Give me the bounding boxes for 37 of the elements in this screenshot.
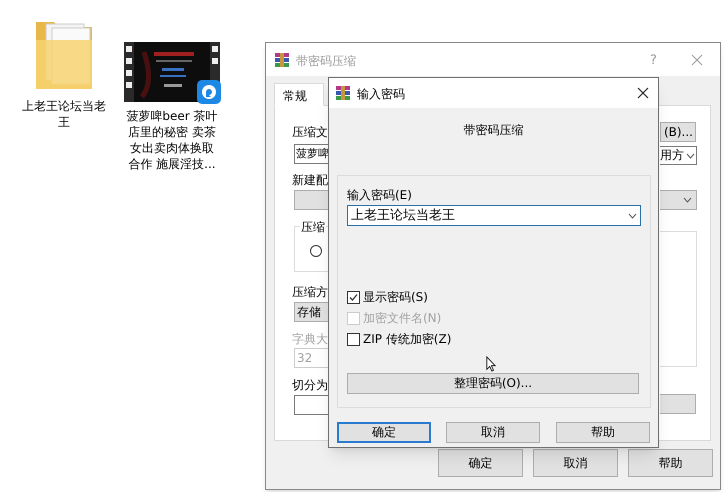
field-label: 压缩文 xyxy=(292,124,328,141)
chevron-icon xyxy=(683,197,692,203)
dialog-button[interactable]: 确定 xyxy=(438,449,523,477)
dropdown-value: 用方 xyxy=(660,147,684,164)
dialog-button[interactable]: 取消 xyxy=(446,422,540,443)
dialog-button[interactable]: 帮助 xyxy=(628,449,713,477)
file-name[interactable]: 菠萝啤beer 茶叶店里的秘密 卖茶女出卖肉体换取合作 施展淫技... xyxy=(125,108,219,172)
dialog-heading: 带密码压缩 xyxy=(462,122,524,139)
dialog-title: 输入密码 xyxy=(357,86,405,103)
tab[interactable]: 常规 xyxy=(274,83,324,106)
field-label: 新建配 xyxy=(292,172,328,189)
dialog-button[interactable]: 取消 xyxy=(533,449,618,477)
archive-app-icon xyxy=(274,52,290,68)
field-label: 字典大 xyxy=(292,331,328,348)
mouse-pointer-icon xyxy=(486,356,496,372)
radio-button[interactable] xyxy=(310,245,322,257)
checkbox[interactable] xyxy=(347,332,360,346)
organize-button[interactable]: 整理密码(O)... xyxy=(347,373,639,394)
password-field[interactable]: 上老王论坛当老王 xyxy=(347,205,641,226)
checkbox[interactable] xyxy=(347,290,360,304)
chevron-icon xyxy=(686,152,695,158)
dialog-button[interactable]: 帮助 xyxy=(556,422,650,443)
field-label: 切分为 xyxy=(292,377,328,394)
field-label: 输入密码(E) xyxy=(347,187,412,204)
dropdown[interactable]: 用方 xyxy=(660,146,697,165)
chevron-icon xyxy=(628,212,637,218)
close-icon[interactable] xyxy=(637,87,649,99)
window-title: 带密码压缩 xyxy=(296,53,356,70)
checkbox-label: ZIP 传统加密(Z) xyxy=(363,331,452,348)
refresh-badge-icon xyxy=(197,80,221,104)
browse-button[interactable]: (B)... xyxy=(660,122,696,142)
dialog-button[interactable]: 确定 xyxy=(337,422,431,443)
checkbox-label: 加密文件名(N) xyxy=(363,310,442,327)
archive-app-icon xyxy=(335,85,351,101)
file-name[interactable]: 上老王论坛当老王 xyxy=(18,98,110,130)
checkbox-label: 显示密码(S) xyxy=(363,289,428,306)
field-label: 压缩方 xyxy=(292,284,328,301)
